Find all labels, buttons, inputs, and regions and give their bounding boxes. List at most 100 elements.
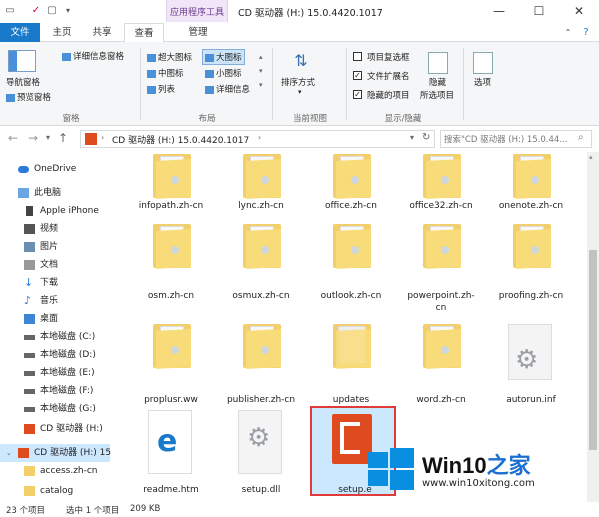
status-bar: 23 个项目 选中 1 个项目 209 KB [0, 502, 599, 517]
ribbon-collapse-icon[interactable]: ⌃ [560, 23, 576, 42]
layout-list-label: 列表 [158, 85, 176, 95]
nav-pane-icon[interactable] [8, 50, 36, 72]
sidebar-item-label: access.zh-cn [40, 466, 98, 476]
sidebar-item-label: 文档 [40, 260, 59, 270]
sort-dropdown-icon[interactable]: ▾ [298, 88, 302, 96]
nav-pane-button[interactable]: 导航窗格 [6, 76, 40, 88]
sidebar-item-label: 视频 [40, 224, 59, 234]
ribbon-tabs: 文件 主页 共享 查看 管理 ⌃ ? [0, 23, 599, 43]
recent-dropdown-icon[interactable]: ▾ [46, 133, 50, 142]
item-label: outlook.zh-cn [320, 291, 382, 301]
breadcrumb-arrow-icon: › [258, 133, 262, 142]
sidebar-item-label: 本地磁盘 (D:) [40, 350, 96, 360]
pc-icon [18, 188, 29, 198]
details-pane-icon [62, 52, 71, 61]
layout-details[interactable]: 详细信息 [205, 83, 250, 95]
video-icon [24, 224, 35, 234]
onedrive-icon [18, 166, 29, 173]
layout-list[interactable]: 列表 [147, 83, 175, 95]
ribbon-separator [272, 48, 273, 120]
ribbon-separator [463, 48, 464, 120]
medium-icons-icon [147, 69, 156, 78]
sidebar-item-label: CD 驱动器 (H:) [40, 424, 103, 434]
navigation-pane: OneDrive 此电脑 Apple iPhone 视频 图片 文档 ↓ 下载 ♪… [0, 152, 112, 502]
tab-view[interactable]: 查看 [124, 23, 164, 43]
pictures-icon [24, 242, 35, 252]
tab-home[interactable]: 主页 [44, 23, 80, 42]
ribbon-separator [140, 48, 141, 120]
item-label: word.zh-cn [416, 395, 466, 405]
file-ext-checkbox[interactable]: ✓ [353, 71, 362, 80]
close-button[interactable]: ✕ [559, 0, 599, 22]
folder-icon [513, 224, 551, 269]
preview-pane-icon [6, 93, 15, 102]
selected-size: 209 KB [130, 504, 161, 514]
office-drive-icon [18, 448, 29, 458]
hidden-items-checkbox[interactable]: ✓ [353, 90, 362, 99]
new-folder-icon[interactable]: ▢ [46, 5, 58, 17]
breadcrumb-path[interactable]: CD 驱动器 (H:) 15.0.4420.1017 [112, 133, 249, 146]
help-icon[interactable]: ? [578, 23, 594, 42]
folder-icon [333, 324, 371, 369]
sidebar-item-cd-drive-selected[interactable]: ⌄ CD 驱动器 (H:) 15 [0, 444, 112, 462]
minimize-button[interactable]: — [479, 0, 519, 22]
watermark-url: www.win10xitong.com [422, 478, 535, 489]
small-icons-icon [205, 69, 214, 78]
sort-icon[interactable]: ⇅ [290, 50, 312, 72]
options-icon[interactable] [473, 52, 493, 74]
layout-details-label: 详细信息 [216, 85, 251, 95]
group-show-hide-label: 显示/隐藏 [384, 114, 422, 124]
layout-xl-icons[interactable]: 超大图标 [147, 51, 192, 63]
up-icon[interactable]: ↑ [58, 131, 68, 145]
options-button[interactable]: 选项 [474, 76, 491, 88]
scroll-up-icon[interactable]: ▴ [589, 153, 593, 161]
folder-icon [24, 486, 35, 496]
refresh-icon[interactable]: ↻ [422, 132, 430, 143]
folder-icon [243, 154, 281, 199]
download-icon: ↓ [24, 276, 34, 289]
details-icon [205, 85, 214, 94]
item-label: infopath.zh-cn [138, 201, 204, 211]
back-icon[interactable]: ← [8, 131, 18, 145]
desktop-icon [24, 314, 35, 324]
drive-icon [24, 353, 35, 358]
preview-pane-label: 预览窗格 [17, 93, 52, 103]
file-ext-label: 文件扩展名 [367, 72, 410, 82]
details-pane-button[interactable]: 详细信息窗格 [62, 50, 124, 62]
maximize-button[interactable]: ☐ [519, 0, 559, 22]
folder-icon [153, 324, 191, 369]
scroll-thumb[interactable] [589, 250, 597, 450]
item-label: publisher.zh-cn [226, 395, 296, 405]
search-icon[interactable]: ⌕ [578, 132, 584, 143]
tab-file[interactable]: 文件 [0, 23, 40, 42]
folder-icon [24, 466, 35, 476]
layout-xl-label: 超大图标 [158, 53, 193, 63]
address-dropdown-icon[interactable]: ▾ [410, 133, 414, 142]
settings-file-icon: ⚙ [508, 324, 552, 380]
tab-manage[interactable]: 管理 [178, 23, 218, 42]
dll-gear-icon: ⚙ [238, 410, 282, 474]
preview-pane-button[interactable]: 预览窗格 [6, 91, 51, 103]
sidebar-item-label: 此电脑 [34, 188, 62, 198]
layout-large-icons[interactable]: 大图标 [202, 49, 245, 65]
item-checkboxes-checkbox[interactable] [353, 52, 362, 61]
item-label: readme.htm [143, 485, 199, 495]
item-label: osmux.zh-cn [232, 291, 290, 301]
sidebar-item-label: 音乐 [40, 296, 59, 306]
forward-icon[interactable]: → [28, 131, 38, 145]
qat-dropdown-icon[interactable]: ▾ [62, 5, 74, 17]
properties-icon[interactable]: ✓ [30, 5, 42, 17]
tab-share[interactable]: 共享 [84, 23, 120, 42]
layout-medium-icons[interactable]: 中图标 [147, 67, 184, 79]
item-label: proplusr.ww [144, 395, 198, 405]
folder-icon [243, 324, 281, 369]
sort-by-button[interactable]: 排序方式 [281, 76, 315, 88]
hide-selected-icon[interactable] [428, 52, 448, 74]
hide-selected-label2[interactable]: 所选项目 [420, 89, 454, 101]
layout-small-icons[interactable]: 小图标 [205, 67, 242, 79]
layout-scroll-icon[interactable]: ▴ ▾ ▾ [259, 50, 267, 94]
sidebar-item-label: 桌面 [40, 314, 59, 324]
sidebar-item-label: CD 驱动器 (H:) 15 [34, 448, 112, 458]
hide-selected-label1[interactable]: 隐藏 [429, 76, 446, 88]
list-icon [147, 85, 156, 94]
